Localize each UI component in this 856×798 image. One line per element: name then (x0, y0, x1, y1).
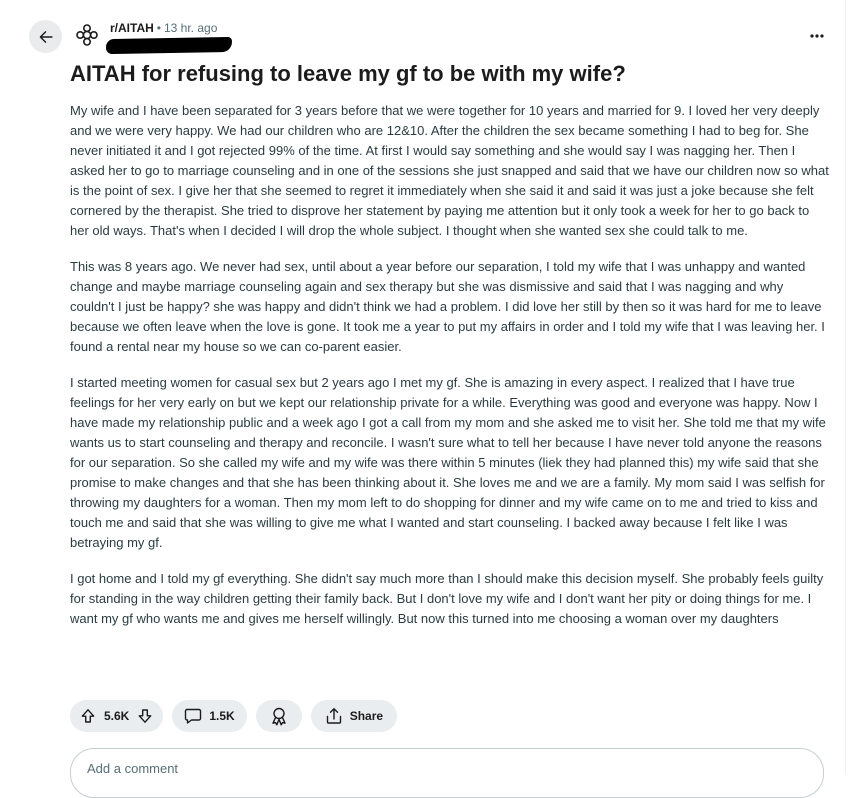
post-meta: r/AITAH • 13 hr. ago (110, 21, 217, 35)
subreddit-avatar-icon (76, 24, 98, 46)
post-timestamp: 13 hr. ago (163, 21, 218, 35)
subreddit-avatar[interactable] (72, 20, 102, 50)
right-rail-divider (845, 0, 846, 773)
vote-count: 5.6K (104, 709, 130, 723)
share-button[interactable]: Share (310, 700, 398, 732)
award-ribbon-icon (272, 707, 286, 726)
add-comment-input[interactable]: Add a comment (70, 748, 824, 798)
back-button[interactable] (29, 20, 62, 53)
post-paragraph: I started meeting women for casual sex b… (70, 375, 826, 550)
post-body: My wife and I have been separated for 3 … (70, 101, 830, 645)
arrow-left-icon (39, 30, 53, 43)
arrow-up-icon[interactable] (80, 708, 96, 724)
meta-separator: • (156, 21, 161, 35)
post-paragraph: I got home and I told my gf everything. … (70, 571, 824, 626)
comment-bubble-icon (185, 708, 202, 724)
award-button[interactable] (255, 700, 302, 732)
comments-button[interactable]: 1.5K (172, 700, 247, 732)
more-options-button[interactable] (802, 24, 832, 48)
arrow-down-icon[interactable] (137, 708, 153, 724)
post-title: AITAH for refusing to leave my gf to be … (70, 61, 626, 86)
subreddit-link[interactable]: r/AITAH (110, 21, 154, 35)
ellipsis-icon (810, 34, 824, 38)
post-action-bar: 5.6K 1.5K Share (70, 700, 398, 732)
redacted-username (105, 36, 233, 55)
comment-placeholder: Add a comment (87, 761, 179, 776)
share-upload-icon (326, 708, 341, 724)
comment-count: 1.5K (209, 709, 235, 723)
share-label: Share (349, 709, 384, 723)
post-paragraph: This was 8 years ago. We never had sex, … (70, 259, 825, 354)
post-paragraph: My wife and I have been separated for 3 … (70, 103, 829, 238)
vote-control: 5.6K (70, 700, 164, 732)
